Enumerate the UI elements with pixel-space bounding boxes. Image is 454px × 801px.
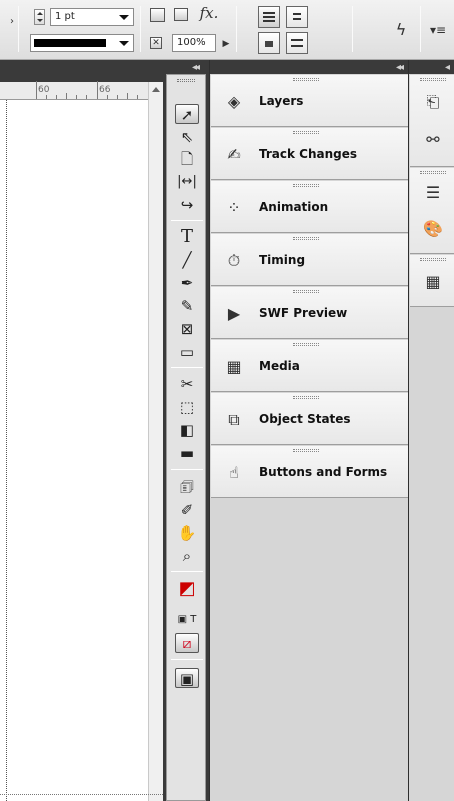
separator — [18, 6, 19, 52]
timing-icon: ⏱ — [227, 251, 241, 270]
grip-handle[interactable] — [177, 79, 195, 82]
collapse-panel-icon[interactable]: ◂◂ — [192, 62, 200, 73]
separator — [236, 6, 237, 52]
free-transform-tool-icon[interactable]: ⬚ — [175, 397, 199, 417]
align-inside-button[interactable] — [286, 6, 308, 28]
ruler-mark: 60 — [38, 85, 50, 95]
separator — [420, 6, 421, 52]
object-effects-icon[interactable] — [174, 8, 188, 21]
track-changes-icon: ✍ — [227, 145, 241, 164]
rectangle-tool-icon[interactable]: ▭ — [175, 342, 199, 362]
ruler-mark: 66 — [99, 85, 111, 95]
buttons-and-forms-icon: ☝ — [229, 463, 239, 482]
panel-group: ☰ 🎨 — [410, 168, 454, 254]
opacity-icon: ✕ — [150, 37, 162, 49]
pen-tool-icon[interactable]: ✒ — [175, 273, 199, 293]
media-icon: ▦ — [226, 357, 242, 376]
text-wrap-button[interactable] — [258, 6, 280, 28]
pages-icon[interactable]: ⎗ — [422, 91, 444, 113]
drop-shadow-icon[interactable] — [150, 8, 165, 22]
scroll-up-arrow-icon[interactable] — [152, 87, 160, 92]
panel-label: SWF Preview — [259, 306, 348, 320]
distribute-button[interactable] — [286, 32, 308, 54]
frame-fitting-button[interactable] — [258, 32, 280, 54]
stroke-weight-field[interactable]: 1 pt — [50, 8, 134, 26]
stroke-weight-spinner-icon[interactable] — [34, 9, 45, 25]
stroke-weight-value: 1 pt — [55, 11, 75, 22]
panel-dock-header: ◂ — [409, 60, 454, 74]
line-tool-icon[interactable]: ╱ — [175, 250, 199, 270]
gradient-swatch-tool-icon[interactable]: ◧ — [175, 420, 199, 440]
horizontal-ruler[interactable]: 60 66 — [0, 81, 148, 100]
chevron-down-icon[interactable] — [119, 15, 129, 20]
opacity-value: 100% — [177, 37, 206, 48]
separator — [352, 6, 353, 52]
panel-dock: ◂◂ ◈ Layers ✍ Track Changes ⁘ Animation … — [209, 60, 409, 801]
screen-mode-icon[interactable]: ▣ — [175, 668, 199, 688]
stroke-icon[interactable]: ☰ — [422, 182, 444, 204]
note-tool-icon[interactable]: 🗊 — [175, 477, 199, 497]
links-icon[interactable]: ⚯ — [422, 129, 444, 151]
panel-tab-animation[interactable]: ⁘ Animation — [211, 181, 408, 233]
panel-tab-media[interactable]: ▦ Media — [211, 340, 408, 392]
type-tool-icon[interactable]: T — [175, 227, 199, 247]
opacity-field[interactable]: 100% — [172, 34, 216, 52]
panel-dock-collapsed: ◂ ⎗ ⚯ ☰ 🎨 ▦ — [408, 60, 454, 801]
direct-selection-tool-icon[interactable]: ⇖ — [175, 127, 199, 147]
fill-stroke-swatch-icon[interactable]: ◩ — [175, 579, 199, 605]
swatches-icon[interactable]: 🎨 — [422, 218, 444, 240]
page-boundary — [6, 100, 7, 801]
selection-tool-icon[interactable]: ➚ — [175, 104, 199, 124]
content-collector-tool-icon[interactable]: ↪ — [175, 195, 199, 215]
tools-panel: ◂◂ ➚ ⇖ 🗋 |↔| ↪ T ╱ ✒ ✎ ⊠ ▭ ✂ ⬚ ◧ ▬ 🗊 ✐ ✋… — [163, 60, 209, 801]
formatting-affects-container-icon[interactable]: ▣ T — [175, 610, 199, 630]
apply-none-icon[interactable]: ⧄ — [175, 633, 199, 653]
panel-label: Layers — [259, 94, 304, 108]
panel-group: ⎗ ⚯ — [410, 75, 454, 167]
panel-tab-track-changes[interactable]: ✍ Track Changes — [211, 128, 408, 180]
scissors-tool-icon[interactable]: ✂ — [175, 374, 199, 394]
panel-label: Buttons and Forms — [259, 465, 388, 479]
panel-label: Timing — [259, 253, 306, 267]
table-icon[interactable]: ▦ — [422, 271, 444, 293]
page-bottom-edge — [0, 794, 163, 801]
gradient-feather-tool-icon[interactable]: ▬ — [175, 443, 199, 463]
animation-icon: ⁘ — [227, 198, 241, 217]
panel-label: Animation — [259, 200, 329, 214]
panel-tab-swf-preview[interactable]: ▶ SWF Preview — [211, 287, 408, 339]
collapse-panel-icon[interactable]: ◂◂ — [396, 62, 404, 73]
gap-tool-icon[interactable]: |↔| — [175, 172, 199, 192]
eyedropper-tool-icon[interactable]: ✐ — [175, 500, 199, 520]
control-bar: › 1 pt fx. ✕ 100% ▶ ϟ ▾≡ — [0, 0, 454, 60]
stroke-type-swatch — [34, 39, 106, 47]
panel-label: Track Changes — [259, 147, 358, 161]
hand-tool-icon[interactable]: ✋ — [175, 523, 199, 543]
panel-group: ▦ — [410, 255, 454, 307]
document-canvas[interactable]: 60 66 — [0, 60, 163, 801]
object-states-icon: ⧉ — [228, 410, 240, 429]
tools-panel-body: ➚ ⇖ 🗋 |↔| ↪ T ╱ ✒ ✎ ⊠ ▭ ✂ ⬚ ◧ ▬ 🗊 ✐ ✋ ⌕ … — [166, 74, 206, 801]
swf-preview-icon: ▶ — [227, 304, 241, 323]
fx-effects-button[interactable]: fx. — [194, 5, 224, 21]
panel-label: Object States — [259, 412, 351, 426]
stroke-type-dropdown[interactable] — [30, 34, 134, 52]
page-tool-icon[interactable]: 🗋 — [175, 149, 199, 169]
panel-label: Media — [259, 359, 300, 373]
panel-tab-layers[interactable]: ◈ Layers — [211, 75, 408, 127]
panel-tab-timing[interactable]: ⏱ Timing — [211, 234, 408, 286]
separator — [140, 6, 141, 52]
collapse-panel-icon[interactable]: ◂ — [445, 62, 450, 73]
zoom-tool-icon[interactable]: ⌕ — [175, 546, 199, 566]
panel-menu-icon[interactable]: ▾≡ — [430, 22, 446, 38]
panel-tab-buttons-and-forms[interactable]: ☝ Buttons and Forms — [211, 446, 408, 498]
lightning-icon[interactable]: ϟ — [393, 22, 409, 38]
vertical-scrollbar[interactable] — [148, 82, 163, 801]
chevron-down-icon[interactable] — [119, 41, 129, 46]
pencil-tool-icon[interactable]: ✎ — [175, 296, 199, 316]
layers-icon: ◈ — [227, 92, 241, 111]
panel-tab-object-states[interactable]: ⧉ Object States — [211, 393, 408, 445]
chevron-right-icon[interactable]: ▶ — [218, 36, 234, 52]
panel-dock-header: ◂◂ — [210, 60, 409, 74]
rectangle-frame-tool-icon[interactable]: ⊠ — [175, 319, 199, 339]
